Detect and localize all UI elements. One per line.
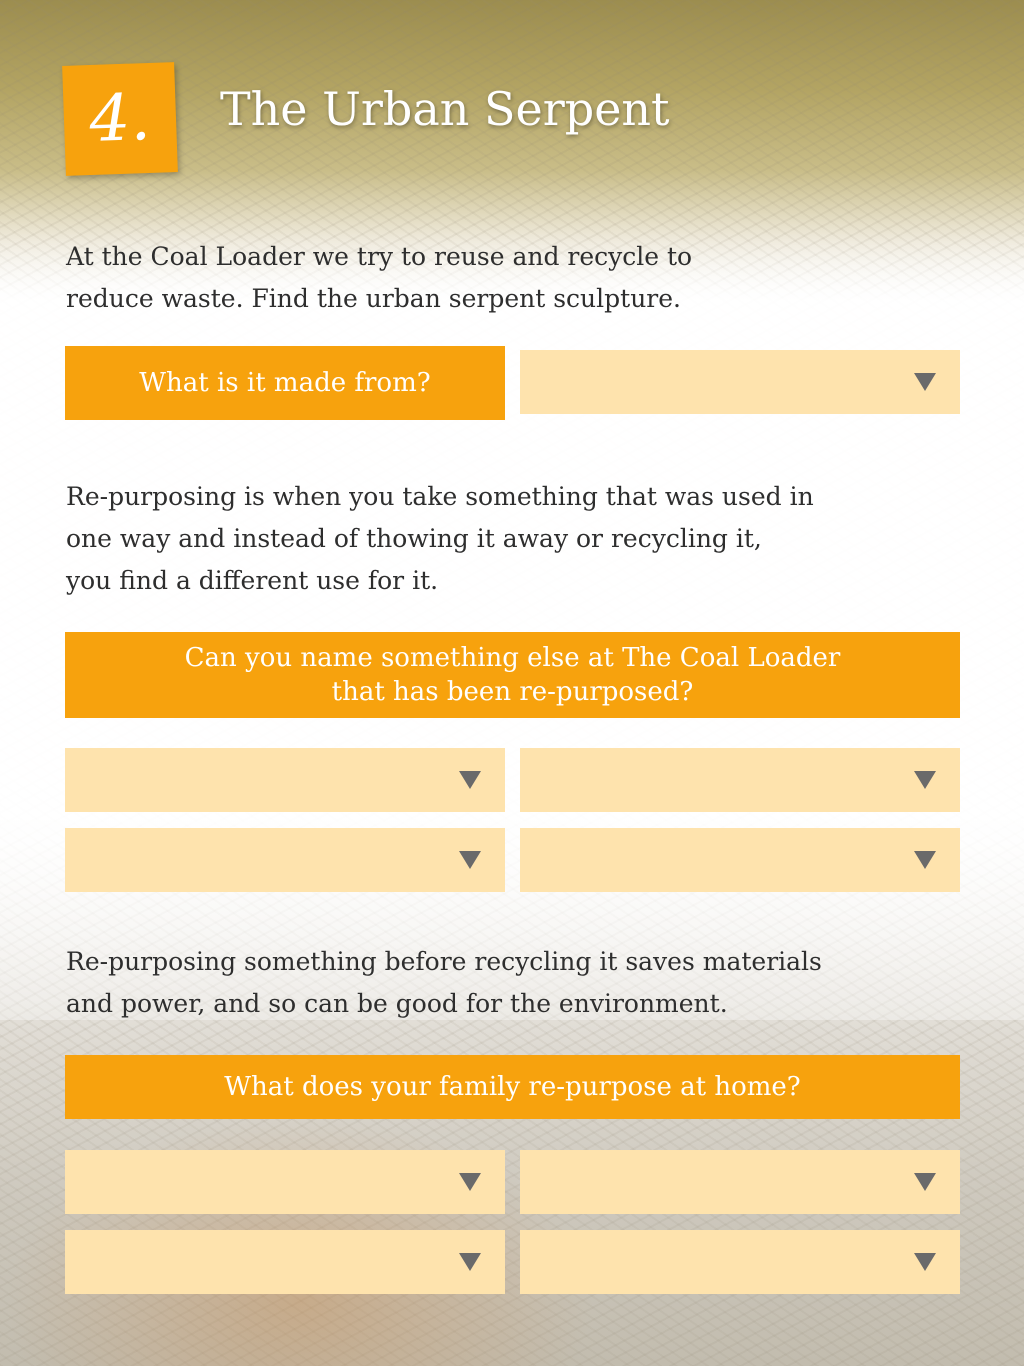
- environment-info-text: Re-purposing something before recycling …: [66, 941, 822, 1025]
- intro-line: reduce waste. Find the urban serpent scu…: [66, 284, 681, 313]
- environment-info-line: Re-purposing something before recycling …: [66, 947, 822, 976]
- repurpose-info-line: Re-purposing is when you take something …: [66, 482, 814, 511]
- made-from-dropdown[interactable]: [520, 350, 960, 414]
- question-made-from: What is it made from?: [65, 346, 505, 420]
- coal-loader-answer-dropdown-4[interactable]: [520, 828, 960, 892]
- family-answer-dropdown-1[interactable]: [65, 1150, 505, 1214]
- dropdown-arrow-icon: [459, 771, 481, 789]
- repurpose-info-text: Re-purposing is when you take something …: [66, 476, 814, 602]
- dropdown-arrow-icon: [914, 851, 936, 869]
- question-coal-loader-repurposed: Can you name something else at The Coal …: [65, 632, 960, 718]
- dropdown-arrow-icon: [914, 771, 936, 789]
- dropdown-arrow-icon: [459, 1173, 481, 1191]
- step-number-badge: 4.: [62, 62, 178, 176]
- repurpose-info-line: you find a different use for it.: [66, 566, 439, 595]
- intro-line: At the Coal Loader we try to reuse and r…: [66, 242, 693, 271]
- question-family-repurpose: What does your family re-purpose at home…: [65, 1055, 960, 1119]
- question-label-line: Can you name something else at The Coal …: [184, 643, 841, 673]
- coal-loader-answer-dropdown-1[interactable]: [65, 748, 505, 812]
- dropdown-arrow-icon: [914, 1253, 936, 1271]
- coal-loader-answer-dropdown-2[interactable]: [520, 748, 960, 812]
- dropdown-arrow-icon: [914, 373, 936, 391]
- step-number: 4.: [88, 80, 152, 158]
- question-label: What is it made from?: [139, 368, 431, 398]
- repurpose-info-line: one way and instead of thowing it away o…: [66, 524, 762, 553]
- family-answer-dropdown-2[interactable]: [520, 1150, 960, 1214]
- family-answer-dropdown-3[interactable]: [65, 1230, 505, 1294]
- dropdown-arrow-icon: [914, 1173, 936, 1191]
- page-title: The Urban Serpent: [220, 82, 670, 136]
- environment-info-line: and power, and so can be good for the en…: [66, 989, 728, 1018]
- coal-loader-answer-dropdown-3[interactable]: [65, 828, 505, 892]
- question-label-line: that has been re-purposed?: [331, 677, 694, 707]
- dropdown-arrow-icon: [459, 1253, 481, 1271]
- intro-text: At the Coal Loader we try to reuse and r…: [66, 236, 692, 320]
- dropdown-arrow-icon: [459, 851, 481, 869]
- question-label: What does your family re-purpose at home…: [224, 1072, 801, 1102]
- family-answer-dropdown-4[interactable]: [520, 1230, 960, 1294]
